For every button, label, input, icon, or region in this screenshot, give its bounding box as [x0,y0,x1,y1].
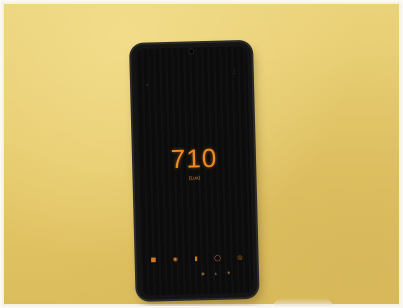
secondary-toolbar: ◆ ▴ ♦ [201,270,231,277]
stop-icon[interactable]: ■ [151,256,157,263]
smartphone: ‹ ⋮ 710 (Lux) ■ ◉ ▮ ◯ ◎ ◆ ▴ ♦ [131,41,258,300]
chart-icon[interactable]: ◆ [201,271,205,277]
phone-screen: ‹ ⋮ 710 (Lux) ■ ◉ ▮ ◯ ◎ ◆ ▴ ♦ [135,45,254,296]
pause-icon[interactable]: ▮ [194,255,197,262]
lux-reading: 710 [170,142,218,174]
back-arrow-icon[interactable]: ‹ [146,82,149,89]
hand-edge [273,298,333,308]
status-bar [143,49,239,60]
share-icon[interactable]: ▴ [214,271,217,277]
photo-scene: ‹ ⋮ 710 (Lux) ■ ◉ ▮ ◯ ◎ ◆ ▴ ♦ [0,0,403,308]
refresh-icon[interactable]: ◯ [214,255,221,262]
flash-icon[interactable]: ♦ [226,270,231,276]
settings-icon[interactable]: ◉ [173,256,178,263]
bottom-toolbar: ■ ◉ ▮ ◯ ◎ [151,254,243,263]
mode-icon[interactable]: ◎ [237,254,242,261]
more-menu-icon[interactable]: ⋮ [232,68,238,75]
